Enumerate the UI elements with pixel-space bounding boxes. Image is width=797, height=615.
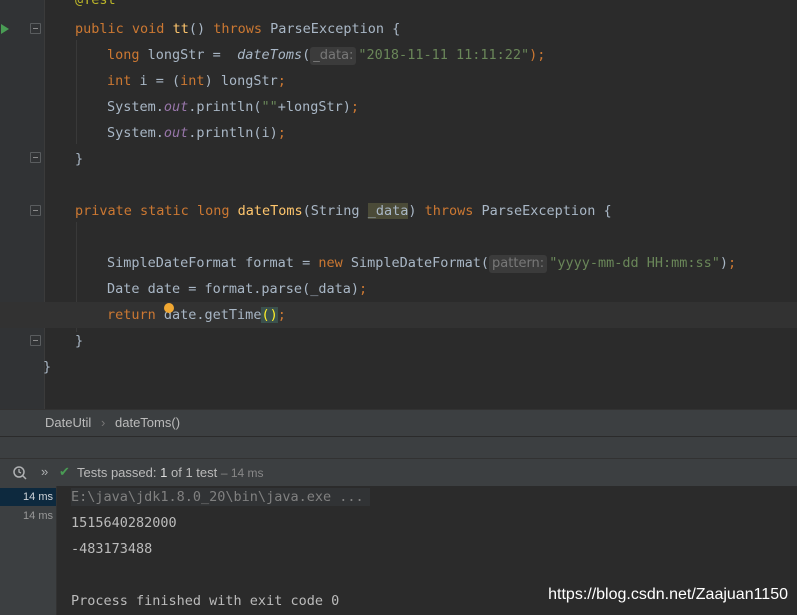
code-line: int i = (int) longStr; xyxy=(0,68,797,94)
code-text: return date.getTime(); xyxy=(107,307,286,323)
code-line: SimpleDateFormat format = new SimpleDate… xyxy=(0,250,797,276)
code-text: SimpleDateFormat format = new SimpleDate… xyxy=(107,255,737,273)
console-line: -483173488 xyxy=(71,541,153,557)
breadcrumb-method[interactable]: dateToms() xyxy=(115,415,180,430)
code-text: private static long dateToms(String _dat… xyxy=(75,203,612,219)
code-text: public void tt() throws ParseException { xyxy=(75,21,401,37)
code-text: System.out.println(""+longStr); xyxy=(107,99,360,115)
code-text: System.out.println(i); xyxy=(107,125,286,141)
console-line: 1515640282000 xyxy=(71,515,177,531)
test-tree-item[interactable]: 14 ms xyxy=(0,488,56,506)
run-toolbar: » ✔ Tests passed: 1 of 1 test – 14 ms xyxy=(0,458,797,487)
code-text: Date date = format.parse(_data); xyxy=(107,281,368,297)
code-line: @Test xyxy=(0,0,797,13)
code-text: long longStr = dateToms(_data: "2018-11-1… xyxy=(107,47,546,65)
parameter-hint: _data: xyxy=(310,47,357,65)
breadcrumb: DateUtil › dateToms() xyxy=(0,409,797,436)
test-results-tree: 14 ms 14 ms xyxy=(0,486,57,615)
code-line: long longStr = dateToms(_data: "2018-11-1… xyxy=(0,42,797,68)
test-history-icon[interactable] xyxy=(12,465,28,481)
breadcrumb-separator-icon: › xyxy=(101,415,106,430)
parameter-hint: pattern: xyxy=(489,255,548,273)
test-tree-item[interactable]: 14 ms xyxy=(0,507,56,525)
expand-icon[interactable]: » xyxy=(41,464,48,479)
console-command: E:\java\jdk1.8.0_20\bin\java.exe ... xyxy=(71,488,370,506)
current-code-line: return date.getTime(); xyxy=(0,302,797,328)
code-line: } xyxy=(0,354,797,380)
code-line: } xyxy=(0,328,797,354)
check-icon: ✔ xyxy=(59,464,70,479)
code-line: Date date = format.parse(_data); xyxy=(0,276,797,302)
lightbulb-intention-icon[interactable] xyxy=(164,303,174,313)
code-text: } xyxy=(75,333,84,349)
breadcrumb-class[interactable]: DateUtil xyxy=(45,415,91,430)
annotation-text: @Test xyxy=(75,0,116,8)
code-editor[interactable]: @Test public void tt() throws ParseExcep… xyxy=(0,0,797,409)
test-status: Tests passed: 1 of 1 test – 14 ms xyxy=(77,465,264,480)
code-line: } xyxy=(0,146,797,172)
code-text: int i = (int) longStr; xyxy=(107,73,286,89)
code-text: } xyxy=(43,359,52,375)
highlighted-parameter: _data xyxy=(367,203,409,219)
code-line: private static long dateToms(String _dat… xyxy=(0,198,797,224)
console-exit-line: Process finished with exit code 0 xyxy=(71,593,340,609)
code-text: } xyxy=(75,151,84,167)
panel-divider[interactable] xyxy=(0,436,797,459)
code-line: System.out.println(i); xyxy=(0,120,797,146)
matched-braces: () xyxy=(261,307,278,323)
code-line: System.out.println(""+longStr); xyxy=(0,94,797,120)
code-line: public void tt() throws ParseException { xyxy=(0,16,797,42)
watermark: https://blog.csdn.net/Zaajuan1150 xyxy=(548,586,788,603)
